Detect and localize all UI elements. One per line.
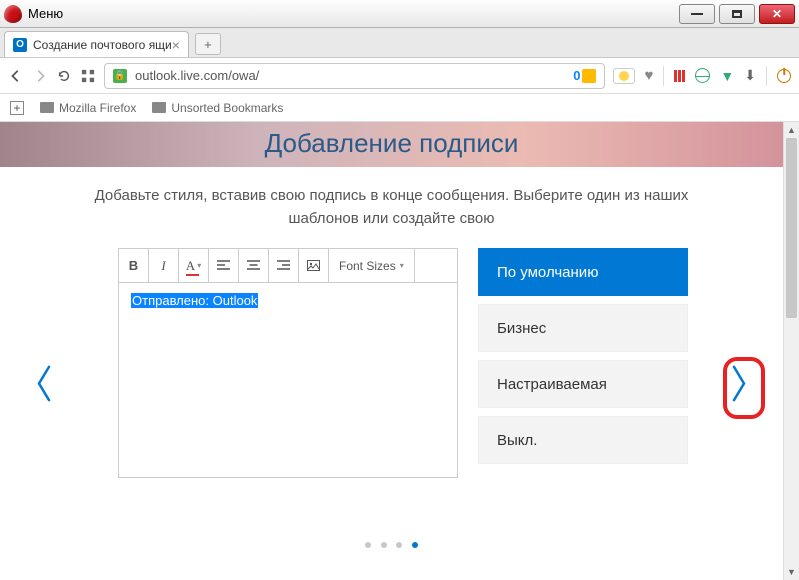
align-right-button[interactable] [269, 249, 299, 282]
hero-banner: Добавление подписи [0, 122, 783, 167]
editor-toolbar: B I A▾ Font Sizes▾ [119, 249, 457, 283]
extension-icons: ♥ ▼ ⬇ [613, 66, 792, 86]
heart-icon[interactable]: ♥ [645, 67, 654, 84]
pager-dot[interactable] [396, 542, 402, 548]
editor-body[interactable]: Отправлено: Outlook [119, 283, 457, 318]
insert-image-button[interactable] [299, 249, 329, 282]
new-tab-button[interactable]: + [195, 33, 221, 55]
template-option-custom[interactable]: Настраиваемая [478, 360, 688, 408]
address-bar: 🔒 outlook.live.com/owa/ 0 ♥ ▼ ⬇ [0, 58, 799, 94]
template-option-default[interactable]: По умолчанию [478, 248, 688, 296]
editor-selected-text: Отправлено: Outlook [131, 293, 258, 308]
nav-forward-button[interactable] [32, 68, 48, 84]
signature-editor: B I A▾ Font Sizes▾ Отправлено: Outlook [118, 248, 458, 478]
opera-logo-icon [4, 5, 22, 23]
tab-strip: O Создание почтового ящи × + [0, 28, 799, 58]
scroll-down-icon[interactable]: ▼ [784, 564, 799, 580]
signature-stage: B I A▾ Font Sizes▾ Отправлено: Outlook П… [0, 248, 783, 528]
separator [663, 66, 664, 86]
add-bookmark-button[interactable]: + [10, 101, 24, 115]
url-input[interactable]: 🔒 outlook.live.com/owa/ 0 [104, 63, 605, 89]
power-icon[interactable] [777, 69, 791, 83]
separator [766, 66, 767, 86]
vertical-scrollbar[interactable]: ▲ ▼ [783, 122, 799, 580]
bookmark-folder[interactable]: Mozilla Firefox [40, 101, 136, 115]
globe-icon[interactable] [695, 68, 710, 83]
window-titlebar: Меню ✕ [0, 0, 799, 28]
browser-tab[interactable]: O Создание почтового ящи × [4, 31, 189, 57]
prev-arrow-button[interactable] [28, 358, 60, 419]
bookmarks-bar: + Mozilla Firefox Unsorted Bookmarks [0, 94, 799, 122]
page-subtitle: Добавьте стиля, вставив свою подпись в к… [0, 167, 783, 240]
menu-label[interactable]: Меню [28, 6, 63, 21]
next-arrow-button[interactable] [723, 358, 755, 419]
align-center-button[interactable] [239, 249, 269, 282]
pager-dot[interactable] [381, 542, 387, 548]
window-maximize-button[interactable] [719, 4, 755, 24]
shield-icon [582, 69, 596, 83]
template-list: По умолчанию Бизнес Настраиваемая Выкл. [478, 248, 688, 464]
bookmark-folder[interactable]: Unsorted Bookmarks [152, 101, 283, 115]
lock-icon: 🔒 [113, 69, 127, 83]
ext-bars-icon[interactable] [674, 70, 685, 82]
window-close-button[interactable]: ✕ [759, 4, 795, 24]
window-minimize-button[interactable] [679, 4, 715, 24]
page-heading: Добавление подписи [0, 128, 783, 159]
nav-reload-button[interactable] [56, 68, 72, 84]
bold-button[interactable]: B [119, 249, 149, 282]
font-sizes-dropdown[interactable]: Font Sizes▾ [329, 249, 415, 282]
align-left-button[interactable] [209, 249, 239, 282]
page-content: ▲ ▼ Добавление подписи Добавьте стиля, в… [0, 122, 799, 580]
template-option-off[interactable]: Выкл. [478, 416, 688, 464]
nav-speeddial-button[interactable] [80, 68, 96, 84]
pager-dot-active[interactable] [412, 542, 418, 548]
ext-yellow-icon[interactable] [613, 68, 635, 84]
pager-dot[interactable] [365, 542, 371, 548]
tracker-badge[interactable]: 0 [573, 68, 595, 83]
template-option-business[interactable]: Бизнес [478, 304, 688, 352]
scrollbar-thumb[interactable] [786, 138, 797, 318]
italic-button[interactable]: I [149, 249, 179, 282]
tab-close-icon[interactable]: × [172, 37, 180, 53]
pager-dots [0, 536, 783, 551]
tab-favicon-icon: O [13, 38, 27, 52]
shield-green-icon[interactable]: ▼ [720, 68, 734, 84]
tab-title: Создание почтового ящи [33, 38, 172, 52]
nav-back-button[interactable] [8, 68, 24, 84]
scroll-up-icon[interactable]: ▲ [784, 122, 799, 138]
download-icon[interactable]: ⬇ [744, 67, 756, 84]
url-text: outlook.live.com/owa/ [135, 68, 259, 83]
font-color-button[interactable]: A▾ [179, 249, 209, 282]
